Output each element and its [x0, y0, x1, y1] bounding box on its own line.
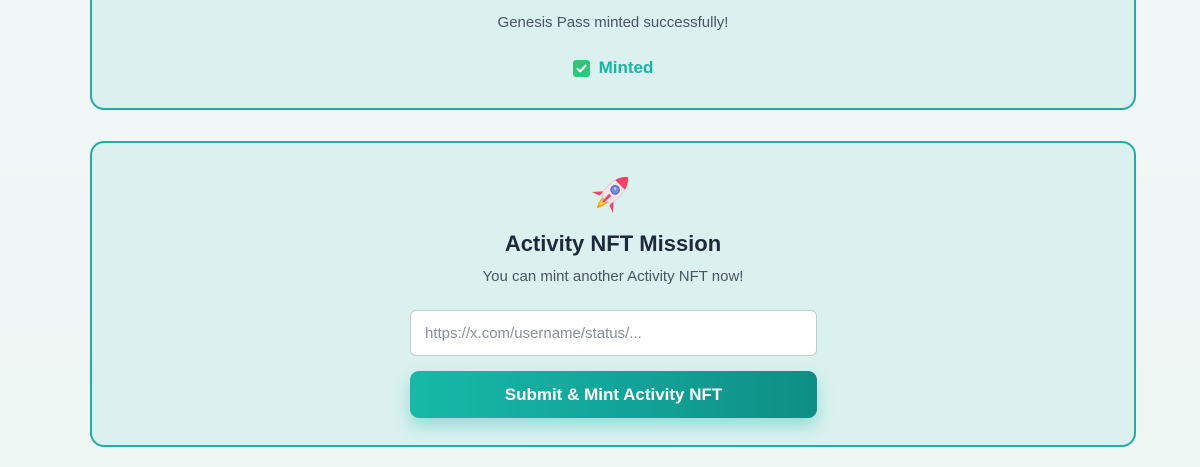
genesis-success-message: Genesis Pass minted successfully! [497, 14, 729, 31]
mission-subtitle: You can mint another Activity NFT now! [482, 268, 744, 285]
tweet-url-input[interactable] [410, 310, 817, 356]
minted-label: Minted [598, 58, 654, 77]
rocket-icon [589, 168, 637, 216]
mission-title: Activity NFT Mission [504, 231, 722, 256]
submit-mint-button[interactable]: Submit & Mint Activity NFT [410, 371, 817, 418]
minted-status: Minted [92, 58, 1134, 78]
page: Genesis Pass minted successfully! Minted [0, 0, 1200, 467]
activity-mission-card: Activity NFT Mission You can mint anothe… [90, 141, 1136, 447]
check-icon [572, 59, 590, 77]
genesis-pass-card: Genesis Pass minted successfully! Minted [90, 0, 1136, 110]
